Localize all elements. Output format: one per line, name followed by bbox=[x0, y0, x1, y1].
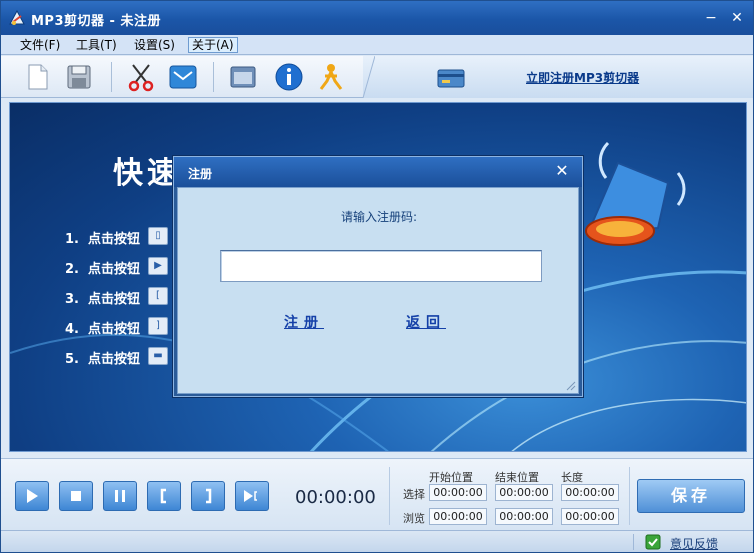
controls-separator bbox=[629, 467, 630, 525]
register-dialog: 注册 ✕ 请输入注册码: 注册 返回 bbox=[172, 155, 584, 398]
toolbar-divider bbox=[362, 56, 375, 98]
step-4: 4. 点击按钮 bbox=[65, 322, 141, 337]
step-1-new-icon: ▯ bbox=[148, 227, 168, 245]
dialog-close-icon[interactable]: ✕ bbox=[554, 163, 570, 179]
playback-controls: 00:00:00 开始位置 结束位置 长度 选择 00:00:00 00:00:… bbox=[1, 458, 753, 530]
step-3-mark-start-icon: [ bbox=[148, 287, 168, 305]
pause-icon bbox=[115, 490, 125, 502]
status-separator bbox=[633, 534, 634, 550]
browse-row-label: 浏览 bbox=[403, 512, 425, 525]
register-now-link[interactable]: 立即注册MP3剪切器 bbox=[526, 69, 639, 86]
card-icon bbox=[437, 69, 465, 88]
mark-end-icon bbox=[206, 488, 212, 504]
selection-start-field[interactable]: 00:00:00 bbox=[429, 484, 487, 501]
scissors-icon[interactable] bbox=[125, 61, 157, 93]
feedback-link[interactable]: 意见反馈 bbox=[670, 535, 718, 552]
menu-tools[interactable]: 工具(T) bbox=[73, 37, 120, 53]
step-3: 3. 点击按钮 bbox=[65, 292, 141, 307]
window-icon[interactable] bbox=[227, 61, 259, 93]
controls-separator bbox=[389, 467, 390, 525]
step-1: 1. 点击按钮 bbox=[65, 232, 141, 247]
register-prompt: 请输入注册码: bbox=[340, 210, 418, 224]
qq-icon[interactable] bbox=[315, 61, 347, 93]
register-dialog-titlebar: 注册 ✕ bbox=[174, 157, 582, 187]
quick-start-panel: 快速开始 1. 点击按钮 ▯ 2. 点击按钮 ▶ 3. 点击按钮 [ 4. 点击… bbox=[9, 102, 747, 452]
browse-end-field[interactable]: 00:00:00 bbox=[495, 508, 553, 525]
toolbar-separator bbox=[111, 62, 112, 92]
info-icon[interactable] bbox=[273, 61, 305, 93]
selection-end-field[interactable]: 00:00:00 bbox=[495, 484, 553, 501]
selection-row-label: 选择 bbox=[403, 488, 425, 501]
stop-icon bbox=[71, 491, 81, 501]
new-file-icon[interactable] bbox=[21, 61, 53, 93]
register-dialog-body: 请输入注册码: 注册 返回 bbox=[177, 187, 579, 394]
end-position-header: 结束位置 bbox=[495, 471, 539, 484]
menu-settings[interactable]: 设置(S) bbox=[131, 37, 178, 53]
pause-button[interactable] bbox=[103, 481, 137, 511]
toolbar-separator bbox=[213, 62, 214, 92]
start-position-header: 开始位置 bbox=[429, 471, 473, 484]
toolbar: 立即注册MP3剪切器 bbox=[1, 56, 753, 98]
selection-length-field[interactable]: 00:00:00 bbox=[561, 484, 619, 501]
bell-icon bbox=[585, 141, 686, 246]
step-2-play-icon: ▶ bbox=[148, 257, 168, 275]
step-5: 5. 点击按钮 bbox=[65, 352, 141, 367]
minimize-button[interactable]: − bbox=[703, 10, 719, 26]
register-dialog-title: 注册 bbox=[188, 167, 213, 181]
play-button[interactable] bbox=[15, 481, 49, 511]
feedback-check-icon bbox=[645, 534, 661, 550]
register-submit-link[interactable]: 注册 bbox=[284, 312, 324, 332]
app-icon bbox=[9, 9, 25, 25]
stop-button[interactable] bbox=[59, 481, 93, 511]
save-icon[interactable] bbox=[63, 61, 95, 93]
length-header: 长度 bbox=[561, 471, 583, 484]
play-selection-icon bbox=[244, 490, 257, 502]
registration-code-input[interactable] bbox=[220, 250, 542, 282]
browse-start-field[interactable]: 00:00:00 bbox=[429, 508, 487, 525]
status-bar: 意见反馈 bbox=[1, 530, 753, 552]
window-title: MP3剪切器 - 未注册 bbox=[31, 14, 161, 29]
play-icon bbox=[27, 489, 38, 503]
save-button[interactable]: 保存 bbox=[637, 479, 745, 513]
step-2: 2. 点击按钮 bbox=[65, 262, 141, 277]
mark-start-button[interactable] bbox=[147, 481, 181, 511]
app-window: MP3剪切器 - 未注册 − ✕ 文件(F) 工具(T) 设置(S) 关于(A) bbox=[0, 0, 754, 553]
menu-bar: 文件(F) 工具(T) 设置(S) 关于(A) bbox=[1, 35, 753, 55]
mark-start-icon bbox=[160, 488, 166, 504]
resize-grip-icon[interactable] bbox=[564, 379, 576, 391]
back-link[interactable]: 返回 bbox=[406, 312, 446, 332]
menu-file[interactable]: 文件(F) bbox=[17, 37, 63, 53]
close-button[interactable]: ✕ bbox=[729, 10, 745, 26]
mail-icon[interactable] bbox=[167, 61, 199, 93]
play-selection-button[interactable] bbox=[235, 481, 269, 511]
mark-end-button[interactable] bbox=[191, 481, 225, 511]
browse-length-field[interactable]: 00:00:00 bbox=[561, 508, 619, 525]
current-time-display: 00:00:00 bbox=[295, 487, 376, 508]
title-bar: MP3剪切器 - 未注册 − ✕ bbox=[1, 1, 753, 35]
step-5-save-icon: ▬ bbox=[148, 347, 168, 365]
step-4-mark-end-icon: ] bbox=[148, 317, 168, 335]
menu-about[interactable]: 关于(A) bbox=[188, 37, 238, 53]
